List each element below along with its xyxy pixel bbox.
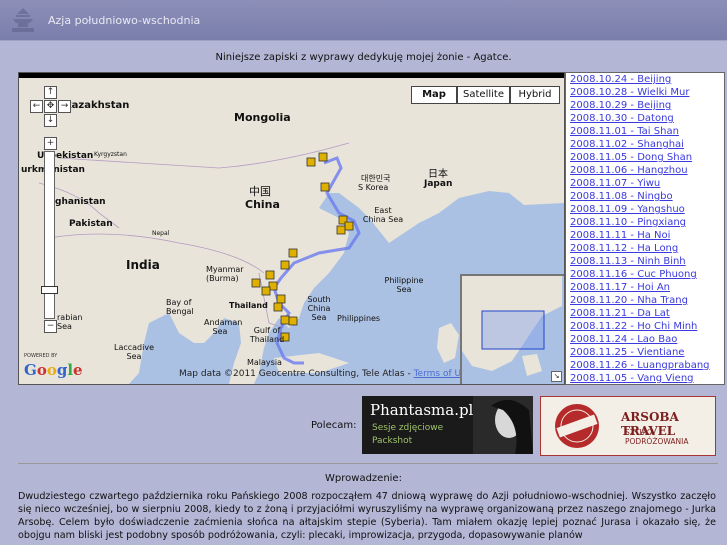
itinerary-link[interactable]: 2008.11.08 - Ningbo <box>566 190 724 203</box>
map-label: Nepal <box>152 230 170 237</box>
map-type-map-button[interactable]: Map <box>411 86 457 104</box>
map-attribution: Map data ©2011 Geocentre Consulting, Tel… <box>179 369 471 379</box>
itinerary-link[interactable]: 2008.10.30 - Datong <box>566 112 724 125</box>
phantasma-banner[interactable]: Phantasma.pl Sesje zdjęciowe Packshot <box>362 396 533 454</box>
map-label: Japan <box>424 179 453 189</box>
itinerary-link[interactable]: 2008.11.05 - Dong Shan <box>566 151 724 164</box>
pan-center-icon[interactable]: ✥ <box>44 100 57 113</box>
pan-right-icon[interactable]: → <box>58 100 71 113</box>
overview-toggle-icon[interactable]: ↘ <box>551 371 562 382</box>
map-label: Pakistan <box>69 219 113 229</box>
map-type-hybrid-button[interactable]: Hybrid <box>510 86 560 104</box>
map-label: Andaman Sea <box>204 318 243 336</box>
map-label: China <box>245 198 280 211</box>
map-label: East China Sea <box>362 206 404 224</box>
phantasma-title: Phantasma.pl <box>370 401 474 419</box>
map-label: India <box>126 258 160 272</box>
itinerary-link[interactable]: 2008.11.10 - Pingxiang <box>566 216 724 229</box>
arsoba-travel-banner[interactable]: ARSOBA TRAVEL SZTUKA PODRÓŻOWANIA <box>540 396 716 456</box>
itinerary-link[interactable]: 2008.10.29 - Beijing <box>566 99 724 112</box>
map-type-satellite-button[interactable]: Satellite <box>457 86 510 104</box>
attribution-text: Map data ©2011 Geocentre Consulting, Tel… <box>179 369 411 379</box>
itinerary-link[interactable]: 2008.11.11 - Ha Noi <box>566 229 724 242</box>
itinerary-link[interactable]: 2008.11.24 - Lao Bao <box>566 333 724 346</box>
itinerary-list: 2008.10.24 - Beijing 2008.10.28 - Wielki … <box>565 72 725 385</box>
recommend-label: Polecam: <box>311 420 357 431</box>
site-title[interactable]: Azja południowo-wschodnia <box>48 14 200 27</box>
itinerary-link[interactable]: 2008.11.17 - Hoi An <box>566 281 724 294</box>
itinerary-link[interactable]: 2008.11.02 - Shanghai <box>566 138 724 151</box>
map-label: Gulf of Thailand <box>249 326 285 344</box>
divider <box>18 463 718 464</box>
pan-left-icon[interactable]: ← <box>30 100 43 113</box>
map-label: Bay of Bengal <box>166 298 194 316</box>
google-map[interactable]: kazakhstan Mongolia Uzbekistan Kyrgyzsta… <box>18 72 565 385</box>
pagoda-logo-icon <box>12 8 34 32</box>
itinerary-link[interactable]: 2008.11.07 - Yiwu <box>566 177 724 190</box>
zoom-slider-thumb[interactable] <box>41 286 58 294</box>
google-logo[interactable]: Google <box>24 361 83 379</box>
itinerary-link[interactable]: 2008.11.12 - Ha Long <box>566 242 724 255</box>
map-label: Myanmar (Burma) <box>206 265 244 283</box>
map-label: 中国 <box>249 185 271 198</box>
overview-map[interactable]: ↘ <box>460 274 564 384</box>
itinerary-link[interactable]: 2008.11.16 - Cuc Phuong <box>566 268 724 281</box>
map-label: Laccadive Sea <box>114 343 155 361</box>
powered-by-label: POWERED BY <box>24 353 58 359</box>
map-label: 日本 <box>428 169 448 180</box>
itinerary-link[interactable]: 2008.11.22 - Ho Chi Minh <box>566 320 724 333</box>
map-label: ghanistan <box>55 197 106 207</box>
dedication-text: Niniejsze zapiski z wyprawy dedykuję moj… <box>215 52 512 63</box>
itinerary-link[interactable]: 2008.11.20 - Nha Trang <box>566 294 724 307</box>
itinerary-link[interactable]: 2008.11.01 - Tai Shan <box>566 125 724 138</box>
itinerary-link[interactable]: 2008.11.13 - Ninh Binh <box>566 255 724 268</box>
pan-up-icon[interactable]: ↑ <box>44 86 57 99</box>
overview-map-canvas <box>462 276 562 376</box>
map-label: South China Sea <box>307 295 331 322</box>
map-label: Philippines <box>337 314 381 323</box>
itinerary-link[interactable]: 2008.11.05 - Vang Vieng <box>566 372 724 384</box>
itinerary-link[interactable]: 2008.11.26 - Luangprabang <box>566 359 724 372</box>
map-label: kazakhstan <box>65 100 130 111</box>
map-label: Malaysia <box>247 358 282 367</box>
itinerary-link[interactable]: 2008.10.28 - Wielki Mur <box>566 86 724 99</box>
intro-heading: Wprowadzenie: <box>325 473 402 484</box>
intro-text: Dwudziestego czwartego października roku… <box>18 491 716 541</box>
itinerary-link[interactable]: 2008.11.25 - Vientiane <box>566 346 724 359</box>
header-bar: Azja południowo-wschodnia <box>0 0 727 41</box>
arsoba-subtitle: SZTUKA PODRÓŻOWANIA <box>625 428 689 446</box>
map-label: rabian Sea <box>57 313 83 331</box>
phantasma-line2: Packshot <box>372 436 413 446</box>
zoom-in-icon[interactable]: + <box>44 137 57 150</box>
zoom-out-icon[interactable]: − <box>44 320 57 333</box>
phantasma-line1: Sesje zdjęciowe <box>372 423 444 433</box>
arsoba-stamp-icon <box>555 404 599 448</box>
map-label: Mongolia <box>234 111 291 124</box>
map-label: S Korea <box>358 183 389 192</box>
map-label: Kyrgyzstan <box>94 151 127 158</box>
itinerary-link[interactable]: 2008.11.21 - Da Lat <box>566 307 724 320</box>
itinerary-link[interactable]: 2008.11.06 - Hangzhou <box>566 164 724 177</box>
map-label: Thailand <box>229 301 268 310</box>
itinerary-link[interactable]: 2008.10.24 - Beijing <box>566 73 724 86</box>
phantasma-portrait-icon <box>473 396 533 454</box>
map-label: Philippine Sea <box>384 276 424 294</box>
pan-down-icon[interactable]: ↓ <box>44 114 57 127</box>
itinerary-link[interactable]: 2008.11.09 - Yangshuo <box>566 203 724 216</box>
